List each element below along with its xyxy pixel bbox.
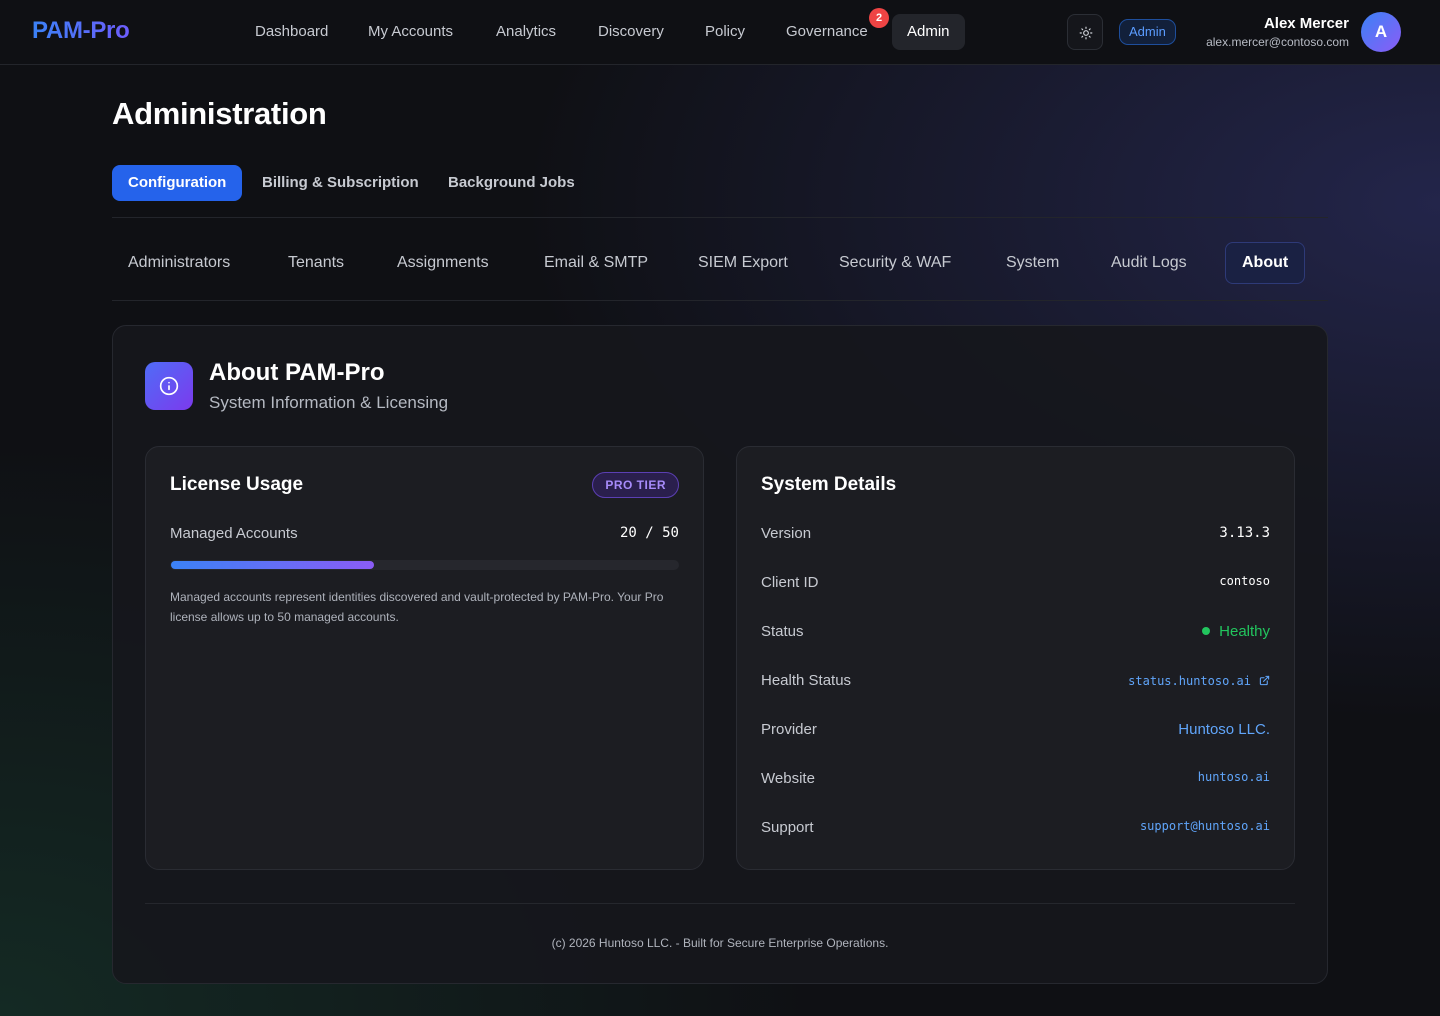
role-badge: Admin bbox=[1119, 19, 1176, 45]
nav-discovery[interactable]: Discovery bbox=[598, 14, 664, 50]
nav-analytics[interactable]: Analytics bbox=[496, 14, 556, 50]
tab-billing-subscription[interactable]: Billing & Subscription bbox=[262, 165, 419, 201]
subtab-about[interactable]: About bbox=[1225, 242, 1306, 284]
client-id-label: Client ID bbox=[761, 574, 819, 591]
health-status-link-text[interactable]: status.huntoso.ai bbox=[1128, 674, 1251, 688]
nav-governance[interactable]: Governance bbox=[786, 14, 868, 50]
divider bbox=[145, 903, 1295, 904]
subtab-email-smtp[interactable]: Email & SMTP bbox=[544, 242, 648, 284]
subtab-siem-export[interactable]: SIEM Export bbox=[698, 242, 788, 284]
status-dot-icon bbox=[1202, 627, 1211, 635]
subtab-security-waf[interactable]: Security & WAF bbox=[839, 242, 951, 284]
page-title: Administration bbox=[112, 96, 327, 131]
provider-link[interactable]: Huntoso LLC. bbox=[1178, 721, 1270, 738]
about-subtitle: System Information & Licensing bbox=[209, 393, 449, 412]
subtab-tenants[interactable]: Tenants bbox=[288, 242, 344, 284]
about-title: About PAM-Pro bbox=[209, 359, 385, 386]
avatar[interactable]: A bbox=[1361, 12, 1401, 52]
theme-toggle-button[interactable] bbox=[1067, 14, 1103, 50]
top-nav-bar: PAM-Pro Dashboard My Accounts Analytics … bbox=[0, 0, 1440, 65]
license-note: Managed accounts represent identities di… bbox=[170, 590, 664, 624]
divider bbox=[112, 300, 1328, 301]
tier-badge: PRO TIER bbox=[592, 472, 679, 498]
detail-row-provider: Provider Huntoso LLC. bbox=[761, 719, 1270, 743]
license-usage-title: License Usage bbox=[170, 474, 304, 495]
subtab-administrators[interactable]: Administrators bbox=[128, 242, 230, 284]
brand-logo[interactable]: PAM-Pro bbox=[32, 17, 130, 45]
governance-notification-badge: 2 bbox=[869, 8, 889, 28]
license-usage-panel: License Usage PRO TIER Managed Accounts … bbox=[145, 446, 704, 870]
about-card: About PAM-Pro System Information & Licen… bbox=[112, 325, 1328, 984]
support-label: Support bbox=[761, 819, 814, 836]
support-email-link[interactable]: support@huntoso.ai bbox=[1140, 819, 1270, 833]
footer-copyright: (c) 2026 Huntoso LLC. - Built for Secure… bbox=[551, 936, 889, 950]
about-icon-tile bbox=[145, 362, 193, 410]
managed-accounts-label: Managed Accounts bbox=[170, 525, 298, 542]
detail-row-health-status: Health Status status.huntoso.ai bbox=[761, 670, 1270, 694]
user-email: alex.mercer@contoso.com bbox=[1206, 35, 1349, 49]
divider bbox=[112, 217, 1328, 218]
nav-my-accounts[interactable]: My Accounts bbox=[368, 14, 453, 50]
provider-label: Provider bbox=[761, 721, 817, 738]
version-label: Version bbox=[761, 525, 812, 542]
status-text: Healthy bbox=[1219, 623, 1270, 640]
version-value: 3.13.3 bbox=[1219, 525, 1270, 541]
license-progress-fill bbox=[171, 561, 374, 569]
sun-icon bbox=[1079, 26, 1093, 40]
website-label: Website bbox=[761, 770, 815, 787]
detail-row-support: Support support@huntoso.ai bbox=[761, 817, 1270, 841]
client-id-value: contoso bbox=[1219, 574, 1270, 588]
status-label: Status bbox=[761, 623, 804, 640]
system-details-title: System Details bbox=[761, 474, 897, 495]
detail-row-status: Status Healthy bbox=[761, 621, 1270, 645]
tab-configuration[interactable]: Configuration bbox=[112, 165, 243, 201]
info-icon bbox=[159, 376, 179, 396]
subtab-assignments[interactable]: Assignments bbox=[397, 242, 489, 284]
status-value: Healthy bbox=[1202, 623, 1270, 640]
tab-background-jobs[interactable]: Background Jobs bbox=[448, 165, 575, 201]
managed-accounts-count: 20 / 50 bbox=[619, 525, 679, 541]
license-progress-bar bbox=[170, 560, 679, 570]
detail-row-website: Website huntoso.ai bbox=[761, 768, 1270, 792]
health-status-link[interactable]: status.huntoso.ai bbox=[1128, 672, 1270, 689]
nav-admin[interactable]: Admin bbox=[892, 14, 965, 50]
subtab-system[interactable]: System bbox=[1006, 242, 1059, 284]
health-status-label: Health Status bbox=[761, 672, 852, 689]
nav-dashboard[interactable]: Dashboard bbox=[255, 14, 328, 50]
website-link[interactable]: huntoso.ai bbox=[1198, 770, 1270, 784]
external-link-icon bbox=[1259, 675, 1270, 686]
system-details-panel: System Details Version 3.13.3 Client ID … bbox=[736, 446, 1295, 870]
detail-row-version: Version 3.13.3 bbox=[761, 523, 1270, 547]
nav-policy[interactable]: Policy bbox=[705, 14, 745, 50]
detail-row-client-id: Client ID contoso bbox=[761, 572, 1270, 596]
subtab-audit-logs[interactable]: Audit Logs bbox=[1111, 242, 1187, 284]
user-name: Alex Mercer bbox=[1263, 15, 1349, 32]
